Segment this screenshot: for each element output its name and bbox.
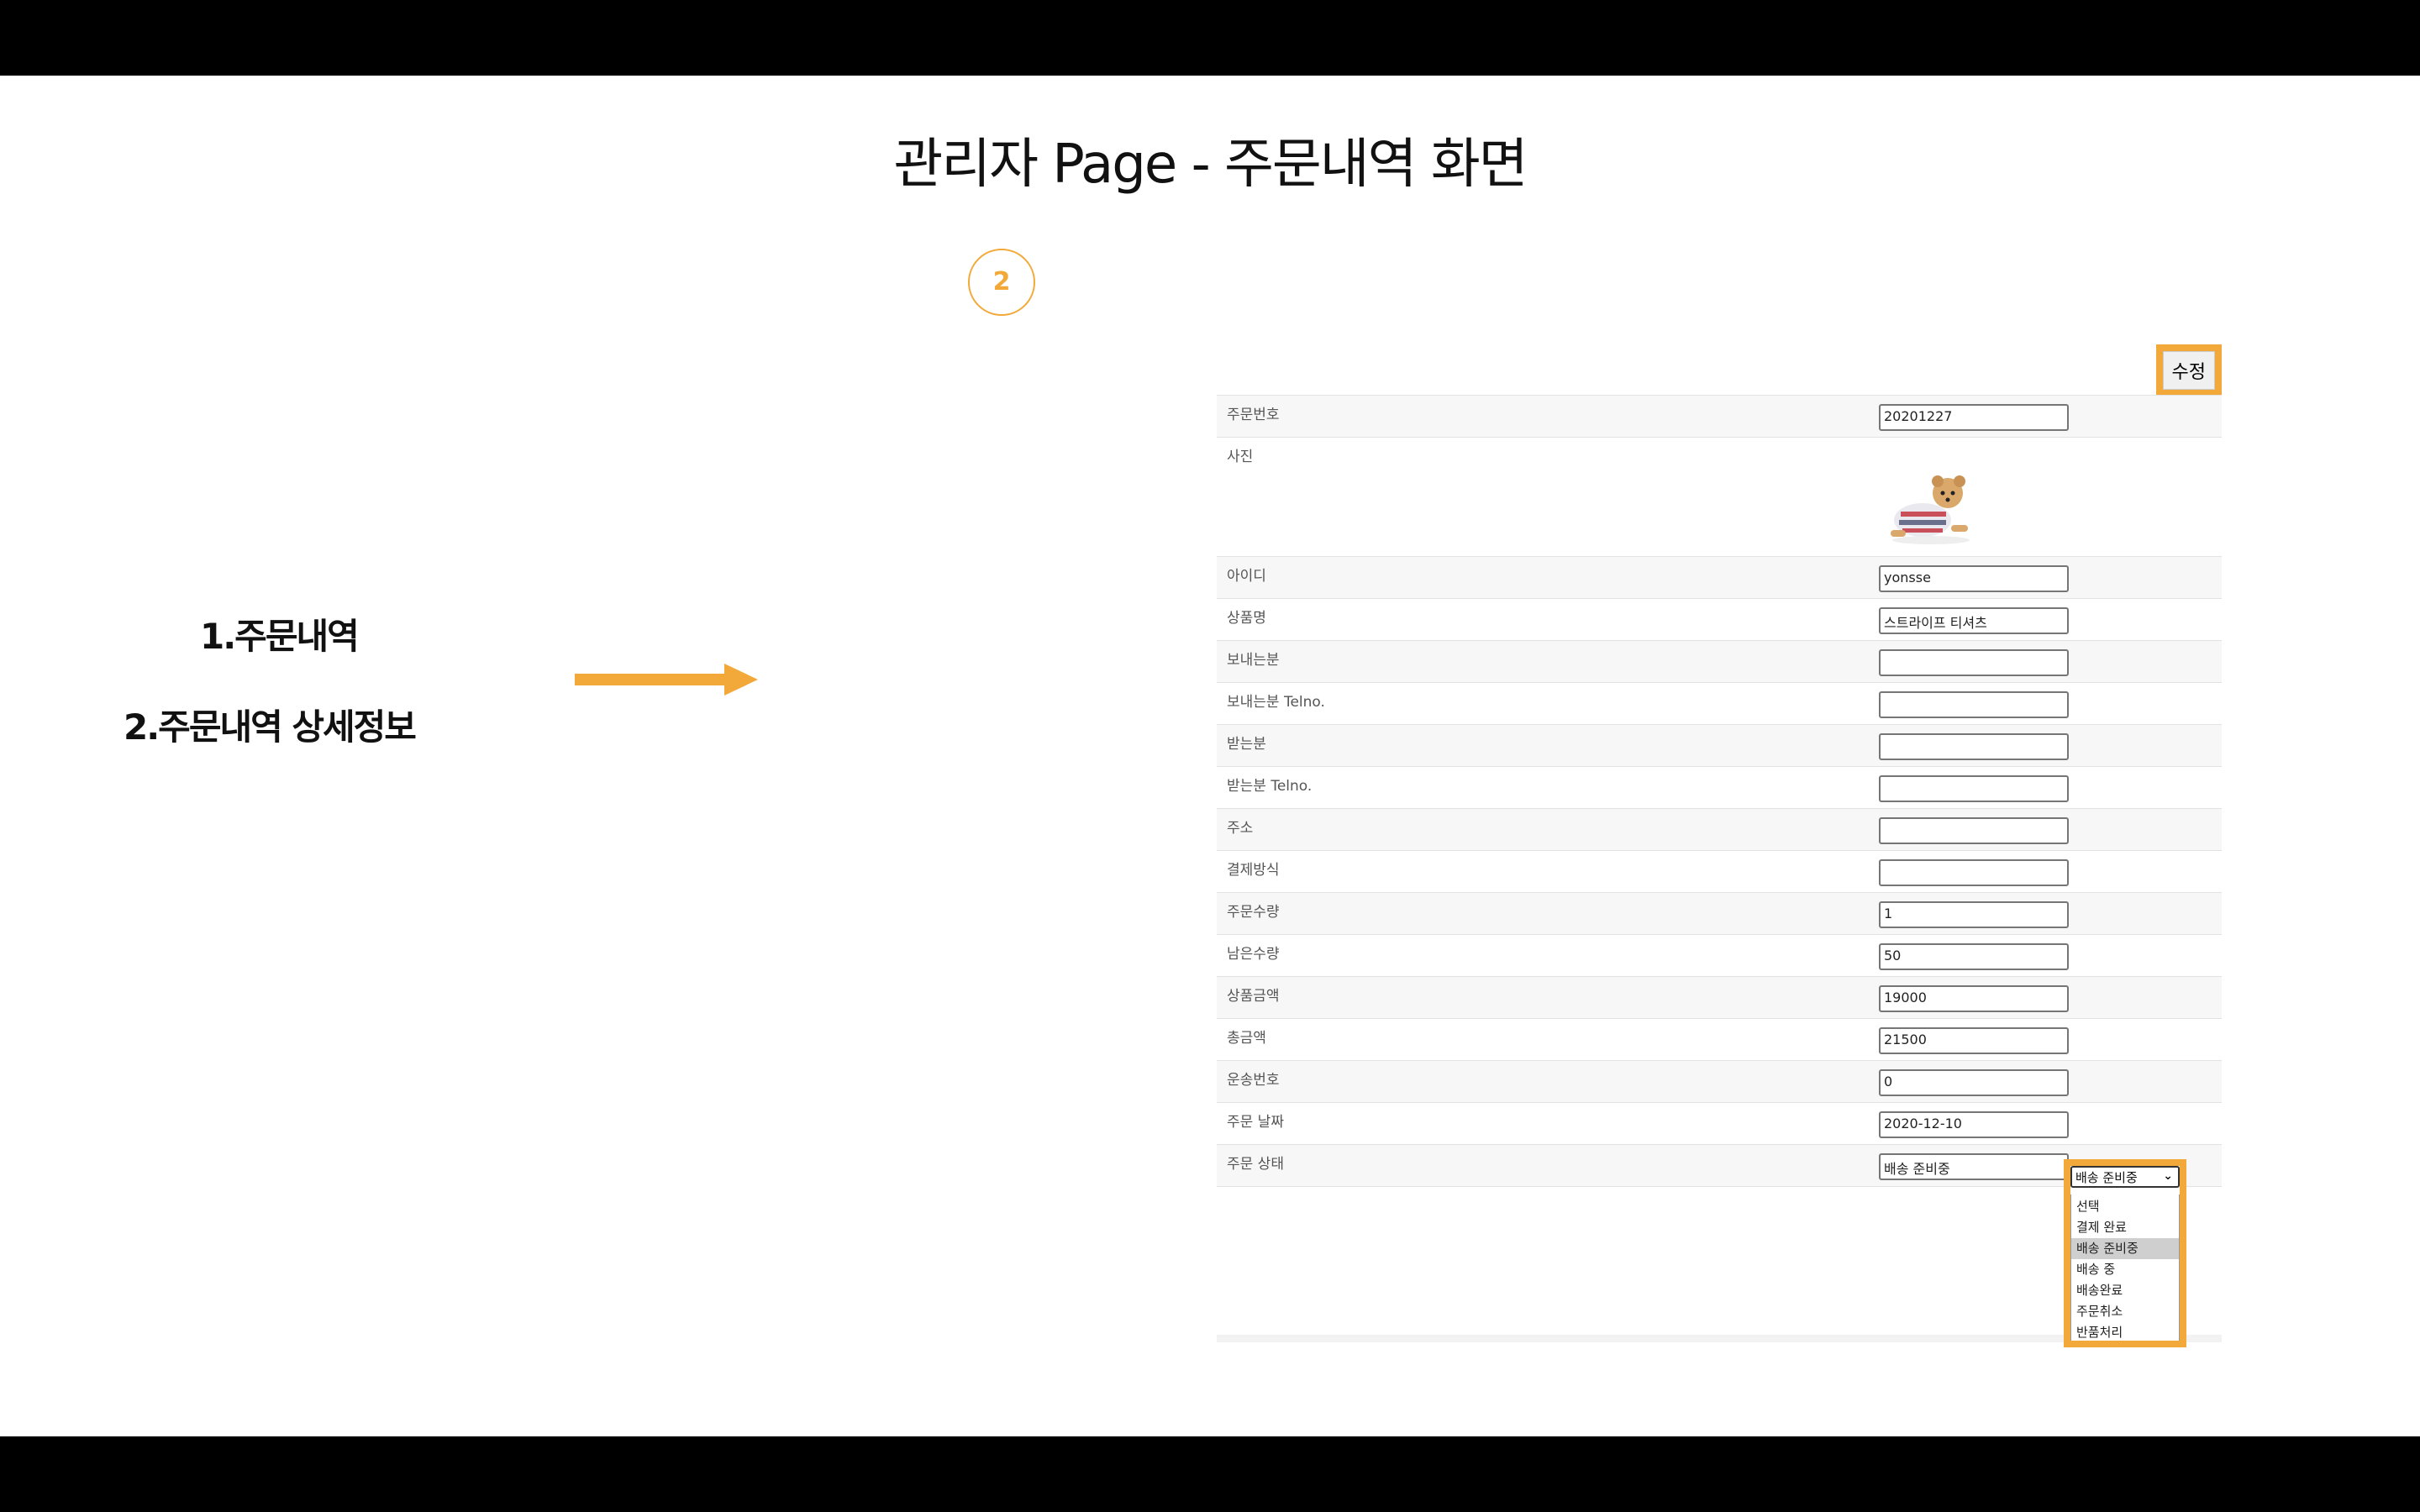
row-label-user-id: 아이디	[1227, 568, 1266, 585]
table-row: 주소	[1217, 809, 2222, 851]
row-label-receiver: 받는분	[1227, 736, 1266, 753]
table-row: 주문수량 1	[1217, 893, 2222, 935]
table-row: 상품명 스트라이프 티셔츠	[1217, 599, 2222, 641]
table-row: 운송번호 0	[1217, 1061, 2222, 1103]
status-option[interactable]: 주문취소	[2071, 1301, 2179, 1322]
product-name-field[interactable]: 스트라이프 티셔츠	[1879, 607, 2069, 634]
remaining-quantity-field[interactable]: 50	[1879, 943, 2069, 970]
slide-title: 관리자 Page - 주문내역 화면	[893, 134, 1528, 196]
table-row: 받는분 Telno.	[1217, 767, 2222, 809]
row-label-sender-telno: 보내는분 Telno.	[1227, 694, 1325, 711]
row-label-order-number: 주문번호	[1227, 407, 1280, 423]
order-date-field[interactable]: 2020-12-10	[1879, 1111, 2069, 1138]
status-dropdown-highlight: 배송 준비중 ⌄ 선택 결제 완료 배송 준비중 배송 중 배송완료 주문취소 …	[2064, 1159, 2186, 1347]
edit-button-highlight: 수정	[2155, 344, 2222, 396]
order-status-field[interactable]: 배송 준비중	[1879, 1153, 2069, 1180]
table-row: 남은수량 50	[1217, 935, 2222, 977]
row-label-photo: 사진	[1227, 449, 1254, 465]
menu-item-order-detail: 2.주문내역 상세정보	[124, 706, 417, 748]
product-photo	[1891, 475, 1970, 544]
order-number-field[interactable]: 20201227	[1879, 404, 2069, 431]
total-price-field[interactable]: 21500	[1879, 1027, 2069, 1054]
sender-field[interactable]	[1879, 649, 2069, 676]
status-option-selected[interactable]: 배송 준비중	[2071, 1238, 2179, 1259]
receiver-telno-field[interactable]	[1879, 775, 2069, 802]
table-row: 상품금액 19000	[1217, 977, 2222, 1019]
row-label-address: 주소	[1227, 820, 1254, 837]
row-label-total-price: 총금액	[1227, 1030, 1266, 1047]
user-id-field[interactable]: yonsse	[1879, 565, 2069, 592]
table-row: 주문번호 20201227	[1217, 396, 2222, 438]
receiver-field[interactable]	[1879, 733, 2069, 760]
status-select[interactable]: 배송 준비중 ⌄	[2070, 1166, 2180, 1188]
edit-button[interactable]: 수정	[2162, 351, 2215, 390]
row-label-product-name: 상품명	[1227, 610, 1266, 627]
status-options-list: 선택 결제 완료 배송 준비중 배송 중 배송완료 주문취소 반품처리	[2070, 1194, 2180, 1341]
order-quantity-field[interactable]: 1	[1879, 901, 2069, 928]
table-row: 받는분	[1217, 725, 2222, 767]
menu-item-order-list: 1.주문내역	[200, 616, 360, 657]
row-label-product-price: 상품금액	[1227, 988, 1280, 1005]
row-label-order-status: 주문 상태	[1227, 1156, 1284, 1173]
table-row: 아이디 yonsse	[1217, 557, 2222, 599]
table-row: 사진	[1217, 438, 2222, 557]
status-option[interactable]: 배송 중	[2071, 1259, 2179, 1280]
product-price-field[interactable]: 19000	[1879, 985, 2069, 1012]
status-option[interactable]: 반품처리	[2071, 1322, 2179, 1341]
table-row: 보내는분	[1217, 641, 2222, 683]
table-row: 결제방식	[1217, 851, 2222, 893]
order-detail-panel: 수정 주문번호 20201227 사진 아이디 yonsse 상품명 스트라이프…	[1217, 319, 2222, 1347]
chevron-down-icon: ⌄	[2163, 1169, 2173, 1183]
address-field[interactable]	[1879, 817, 2069, 844]
row-label-payment-method: 결제방식	[1227, 862, 1280, 879]
arrow-right-icon	[575, 674, 728, 685]
status-option[interactable]: 결제 완료	[2071, 1217, 2179, 1238]
table-row: 보내는분 Telno.	[1217, 683, 2222, 725]
order-detail-table: 주문번호 20201227 사진 아이디 yonsse 상품명 스트라이프 티셔…	[1217, 395, 2222, 1187]
status-option[interactable]: 선택	[2071, 1196, 2179, 1217]
row-label-order-date: 주문 날짜	[1227, 1114, 1284, 1131]
step-number-badge: 2	[968, 249, 1035, 316]
table-row: 주문 날짜 2020-12-10	[1217, 1103, 2222, 1145]
arrow-head-icon	[724, 664, 758, 696]
table-row: 총금액 21500	[1217, 1019, 2222, 1061]
row-label-remaining-quantity: 남은수량	[1227, 946, 1280, 963]
payment-method-field[interactable]	[1879, 859, 2069, 886]
row-label-receiver-telno: 받는분 Telno.	[1227, 778, 1313, 795]
sender-telno-field[interactable]	[1879, 691, 2069, 718]
status-select-value: 배송 준비중	[2075, 1170, 2138, 1185]
status-option[interactable]: 배송완료	[2071, 1280, 2179, 1301]
slide: 관리자 Page - 주문내역 화면 2 1.주문내역 2.주문내역 상세정보 …	[0, 76, 2420, 1436]
row-label-tracking-number: 운송번호	[1227, 1072, 1280, 1089]
status-dropdown: 배송 준비중 ⌄ 선택 결제 완료 배송 준비중 배송 중 배송완료 주문취소 …	[2070, 1166, 2180, 1341]
row-label-sender: 보내는분	[1227, 652, 1280, 669]
tracking-number-field[interactable]: 0	[1879, 1069, 2069, 1096]
row-label-order-quantity: 주문수량	[1227, 904, 1280, 921]
